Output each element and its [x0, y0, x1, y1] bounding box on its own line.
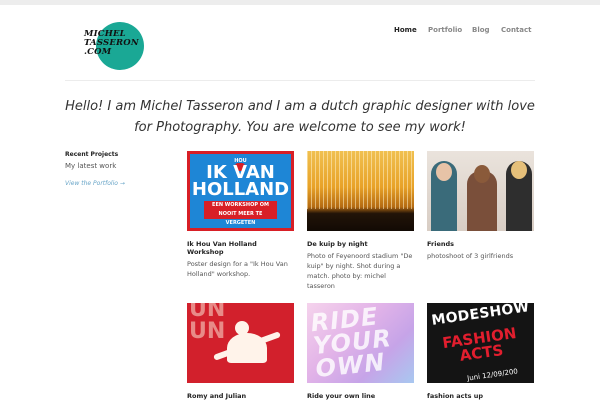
intro-tagline: Hello! I am Michel Tasseron and I am a d… [65, 99, 535, 135]
site-logo[interactable]: MICHEL TASSERON .COM [84, 22, 146, 70]
sidebar-title: Recent Projects [65, 151, 119, 158]
header-divider [65, 80, 535, 81]
project-card[interactable]: UN UN Romy and Julian [187, 303, 294, 400]
person-head [436, 163, 452, 181]
person-head [511, 161, 527, 179]
project-thumbnail[interactable]: MODESHOW FASHION ACTS Juni 12/09/200 [427, 303, 534, 383]
thumb-line-3: HOLLAND [191, 179, 290, 200]
project-card[interactable]: MODESHOW FASHION ACTS Juni 12/09/200 fas… [427, 303, 534, 400]
project-title[interactable]: De kuip by night [307, 240, 414, 248]
thumb-band: EEN WORKSHOP OM NOOIT MEER TE VERGETEN [204, 201, 277, 226]
project-card[interactable]: HOU IK VAN HOLLAND EEN WORKSHOP OM NOOIT… [187, 151, 294, 279]
thumb-letters: UN UN [189, 303, 226, 344]
thumb-word-fashion: FASHION ACTS [441, 323, 518, 365]
project-thumbnail[interactable]: HOU IK VAN HOLLAND EEN WORKSHOP OM NOOIT… [187, 151, 294, 231]
project-card[interactable]: RIDE YOUR OWN Ride your own line [307, 303, 414, 400]
project-title[interactable]: Ik Hou Van Holland Workshop [187, 240, 294, 256]
nav-home[interactable]: Home [394, 26, 417, 34]
person-head [474, 165, 490, 183]
thumb-band-line-1: EEN WORKSHOP OM [212, 202, 269, 208]
project-description: Poster design for a "Ik Hou Van Holland"… [187, 260, 288, 278]
thumb-headline: HOU IK VAN HOLLAND [187, 158, 294, 200]
nav-portfolio[interactable]: Portfolio [428, 26, 462, 34]
project-card[interactable]: De kuip by night Photo of Feyenoord stad… [307, 151, 414, 291]
project-thumbnail[interactable]: UN UN [187, 303, 294, 383]
project-card[interactable]: Friends photoshoot of 3 girlfriends [427, 151, 534, 261]
top-bar [0, 0, 600, 5]
logo-line-3: .COM [84, 47, 112, 57]
project-description: photoshoot of 3 girlfriends [427, 252, 514, 260]
project-title[interactable]: Friends [427, 240, 534, 248]
nav-blog[interactable]: Blog [472, 26, 490, 34]
thumb-date: Juni 12/09/200 [466, 367, 519, 383]
nav-contact[interactable]: Contact [501, 26, 532, 34]
project-thumbnail[interactable] [307, 151, 414, 231]
stadium-lights [307, 151, 414, 209]
project-description: Photo of Feyenoord stadium "De kuip" by … [307, 252, 413, 290]
project-title[interactable]: fashion acts up [427, 392, 534, 400]
logo-text: MICHEL TASSERON .COM [84, 30, 148, 57]
thumb-words: RIDE YOUR OWN [309, 303, 394, 383]
project-thumbnail[interactable]: RIDE YOUR OWN [307, 303, 414, 383]
project-title[interactable]: Ride your own line [307, 392, 414, 400]
thumb-band-line-2: NOOIT MEER TE VERGETEN [218, 211, 263, 226]
project-title[interactable]: Romy and Julian [187, 392, 294, 400]
sidebar-subtitle: My latest work [65, 162, 117, 170]
project-thumbnail[interactable] [427, 151, 534, 231]
view-portfolio-link[interactable]: View the Portfolio → [65, 180, 125, 187]
